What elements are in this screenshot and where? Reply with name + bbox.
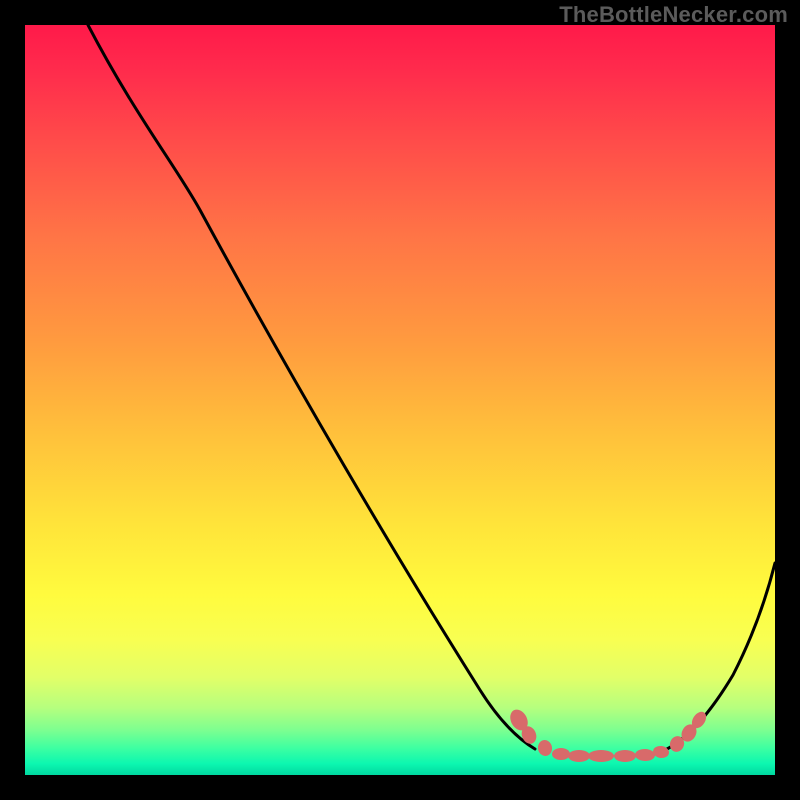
valley-marker: [588, 750, 614, 762]
chart-stage: TheBottleNecker.com: [0, 0, 800, 800]
valley-marker: [552, 748, 570, 760]
valley-marker: [568, 750, 590, 762]
chart-svg: [25, 25, 775, 775]
valley-marker: [614, 750, 636, 762]
plot-area: [25, 25, 775, 775]
gradient-background: [25, 25, 775, 775]
